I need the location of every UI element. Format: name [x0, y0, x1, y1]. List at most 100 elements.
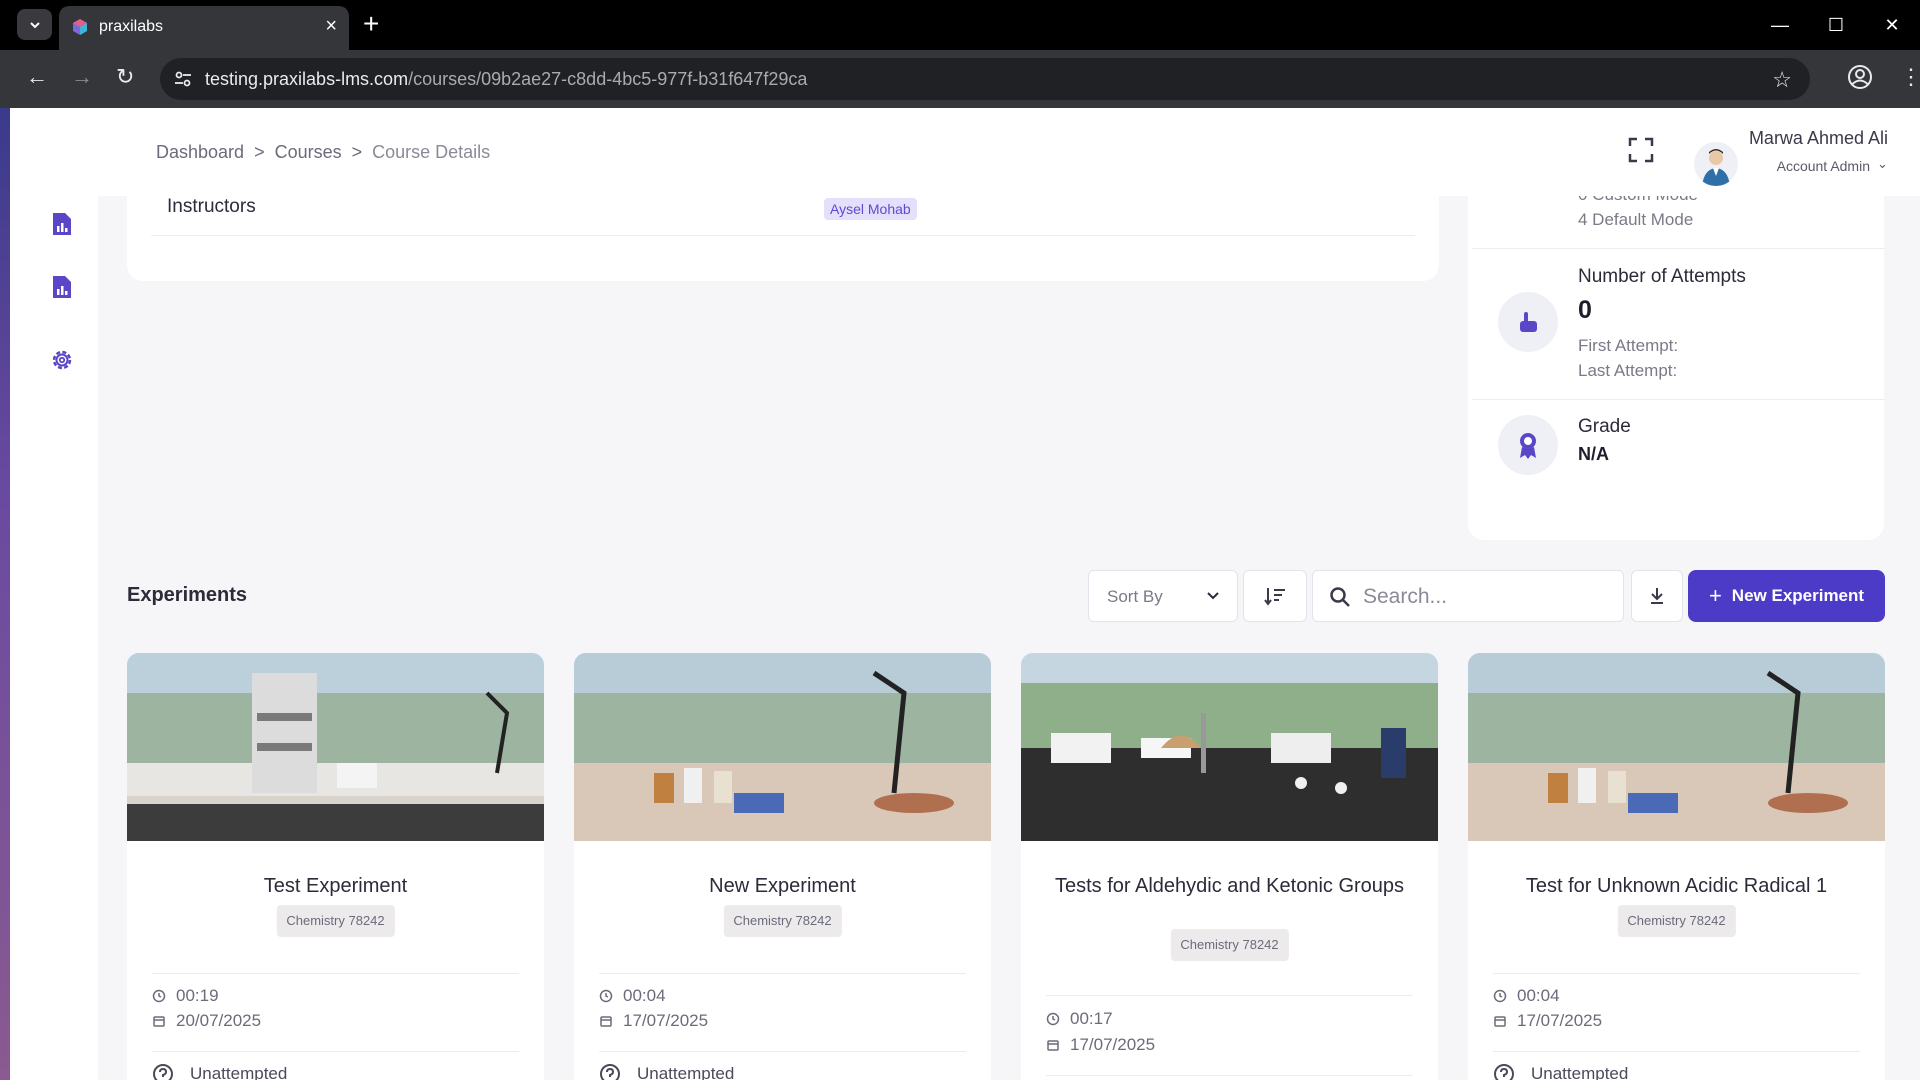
chevron-down-icon	[29, 21, 40, 28]
attempts-value: 0	[1578, 296, 1592, 324]
clock-icon	[1493, 989, 1507, 1003]
report-document-icon	[53, 276, 71, 298]
address-bar[interactable]: testing.praxilabs-lms.com/courses/09b2ae…	[160, 58, 1810, 100]
maximize-icon[interactable]: ☐	[1808, 0, 1864, 50]
app-header: Dashboard > Courses > Course Details Mar…	[10, 108, 1920, 196]
sort-descending-icon	[1264, 588, 1285, 606]
url-path: /courses/09b2ae27-c8dd-4bc5-977f-b31f647…	[408, 69, 808, 89]
experiments-title: Experiments	[127, 584, 248, 606]
duration-text: 00:04	[623, 986, 666, 1005]
fullscreen-icon[interactable]	[1627, 136, 1655, 164]
experiment-card[interactable]: New Experiment Chemistry 78242 00:04 17/…	[574, 653, 991, 1080]
date-text: 17/07/2025	[1070, 1035, 1156, 1054]
experiment-duration: 00:04	[599, 986, 666, 1006]
status-text: Unattempted	[190, 1064, 288, 1080]
tab-search-button[interactable]	[17, 9, 52, 40]
divider	[1493, 973, 1860, 974]
breadcrumb-separator: >	[351, 142, 363, 162]
desktop-edge	[0, 108, 10, 1080]
breadcrumb-dashboard[interactable]: Dashboard	[156, 142, 244, 163]
clock-icon	[1046, 1012, 1060, 1026]
breadcrumb-separator: >	[254, 142, 265, 162]
experiment-duration: 00:17	[1046, 1009, 1113, 1029]
divider	[1046, 995, 1413, 996]
date-text: 20/07/2025	[176, 1011, 262, 1030]
sidebar-item-settings[interactable]	[39, 337, 85, 383]
download-button[interactable]	[1631, 570, 1683, 622]
sidebar-item-reports[interactable]	[39, 201, 85, 247]
question-circle-icon	[153, 1064, 173, 1080]
browser-tab[interactable]: praxilabs ×	[59, 6, 349, 50]
praxilabs-favicon-icon	[73, 19, 87, 35]
duration-text: 00:17	[1070, 1009, 1113, 1028]
url-text: testing.praxilabs-lms.com/courses/09b2ae…	[205, 69, 807, 90]
gear-icon	[52, 350, 72, 370]
question-circle-icon	[1494, 1064, 1514, 1080]
grade-icon-circle	[1498, 415, 1558, 475]
breadcrumb-current: Course Details	[372, 142, 491, 162]
sidebar-item-analytics[interactable]	[39, 264, 85, 310]
sort-by-select[interactable]: Sort By	[1088, 570, 1238, 622]
more-menu-icon[interactable]: ⋮	[1900, 64, 1920, 90]
grade-label: Grade	[1578, 416, 1631, 437]
new-tab-icon[interactable]: +	[363, 8, 379, 40]
sort-order-button[interactable]	[1243, 570, 1307, 622]
tab-close-icon[interactable]: ×	[325, 15, 337, 38]
experiment-duration: 00:19	[152, 986, 219, 1006]
instructors-label: Instructors	[167, 196, 256, 217]
divider	[152, 1051, 519, 1052]
award-ribbon-icon	[1520, 433, 1536, 459]
status-text: Unattempted	[637, 1064, 735, 1080]
first-attempt-label: First Attempt:	[1578, 336, 1679, 355]
back-arrow-icon[interactable]: ←	[26, 64, 48, 90]
search-icon	[1330, 587, 1350, 607]
breadcrumb: Dashboard > Courses > Course Details	[156, 142, 490, 163]
experiment-thumbnail	[1021, 653, 1438, 841]
calendar-icon	[1494, 1016, 1506, 1027]
divider	[152, 973, 519, 974]
experiment-tag: Chemistry 78242	[1617, 905, 1736, 937]
calendar-icon	[153, 1016, 165, 1027]
experiment-title: New Experiment	[709, 875, 856, 897]
status-text: Unattempted	[1531, 1064, 1629, 1080]
grade-value: N/A	[1578, 444, 1609, 464]
experiment-date: 17/07/2025	[599, 1011, 708, 1031]
clock-icon	[152, 989, 166, 1003]
forward-arrow-icon[interactable]: →	[71, 64, 93, 90]
close-window-icon[interactable]: ✕	[1864, 0, 1920, 50]
experiment-duration: 00:04	[1493, 986, 1560, 1006]
last-attempt-label: Last Attempt:	[1578, 361, 1678, 380]
reload-icon[interactable]: ↻	[116, 64, 134, 90]
breadcrumb-courses[interactable]: Courses	[275, 142, 342, 163]
bookmark-star-icon[interactable]: ☆	[1772, 67, 1792, 93]
experiment-title: Test for Unknown Acidic Radical 1	[1525, 875, 1828, 897]
url-host: testing.praxilabs-lms.com	[205, 69, 409, 89]
chevron-down-icon[interactable]: ⌄	[1877, 156, 1888, 172]
experiment-thumbnail	[574, 653, 991, 841]
experiment-card[interactable]: Test for Unknown Acidic Radical 1 Chemis…	[1468, 653, 1885, 1080]
tab-title: praxilabs	[99, 18, 164, 35]
experiment-card[interactable]: Test Experiment Chemistry 78242 00:19 20…	[127, 653, 544, 1080]
experiment-tag: Chemistry 78242	[276, 905, 395, 937]
search-input[interactable]	[1363, 581, 1613, 613]
window-controls: — ☐ ✕	[1752, 0, 1920, 50]
browser-toolbar: ← → ↻ testing.praxilabs-lms.com/courses/…	[0, 50, 1920, 108]
clock-icon	[599, 989, 613, 1003]
site-settings-icon[interactable]	[172, 68, 194, 90]
experiment-status: Unattempted	[599, 1063, 734, 1080]
duration-text: 00:19	[176, 986, 219, 1005]
divider	[151, 235, 1415, 236]
new-experiment-button[interactable]: + New Experiment	[1688, 570, 1885, 622]
profile-icon[interactable]	[1846, 63, 1874, 91]
user-name[interactable]: Marwa Ahmed Ali	[1728, 128, 1888, 149]
attempts-icon-circle	[1498, 292, 1558, 352]
divider	[599, 973, 966, 974]
question-circle-icon	[600, 1064, 620, 1080]
minimize-icon[interactable]: —	[1752, 0, 1808, 50]
default-modes-count: 4 Default Mode	[1578, 210, 1694, 229]
download-icon	[1651, 588, 1663, 604]
date-text: 17/07/2025	[623, 1011, 709, 1030]
new-experiment-label: New Experiment	[1731, 586, 1865, 605]
duration-text: 00:04	[1517, 986, 1560, 1005]
experiment-card[interactable]: Tests for Aldehydic and Ketonic Groups C…	[1021, 653, 1438, 1080]
